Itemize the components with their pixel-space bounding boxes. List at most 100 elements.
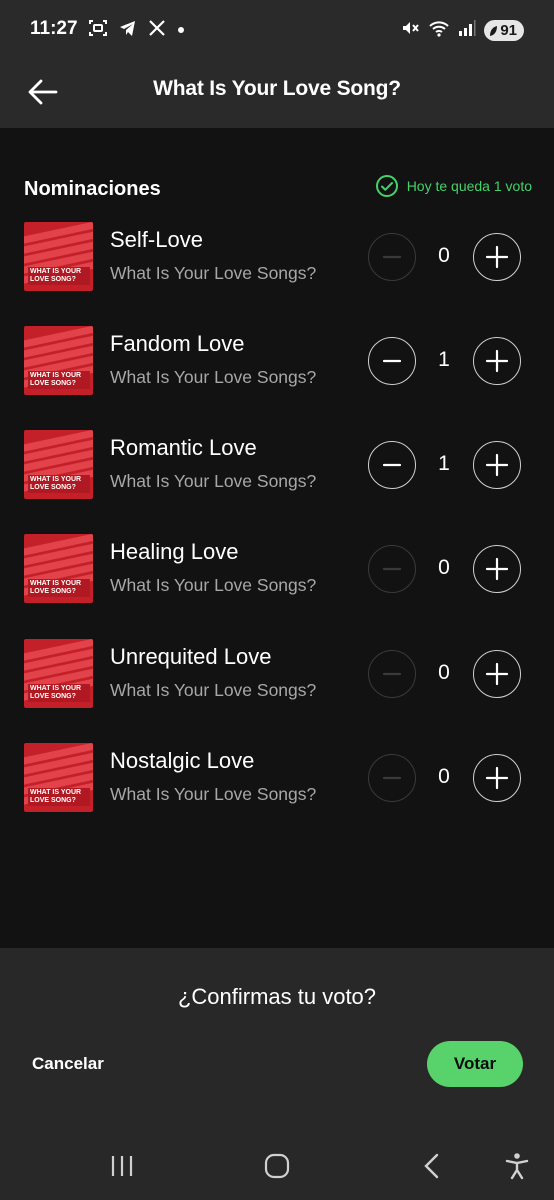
votes-remaining: Hoy te queda 1 voto <box>375 174 532 198</box>
cover-text: WHAT IS YOUR LOVE SONG? <box>28 579 90 597</box>
nominee-cover: WHAT IS YOUR LOVE SONG? <box>24 430 93 499</box>
status-left-icons <box>88 18 186 43</box>
cover-text: WHAT IS YOUR LOVE SONG? <box>28 371 90 389</box>
nominee-row: WHAT IS YOUR LOVE SONG? Romantic Love Wh… <box>24 430 534 500</box>
nominee-subtitle: What Is Your Love Songs? <box>110 263 317 283</box>
plus-icon <box>485 349 509 373</box>
header: What Is Your Love Song? <box>0 60 554 128</box>
check-circle-icon <box>375 175 398 197</box>
nominee-name: Romantic Love <box>110 435 257 460</box>
nominee-row: WHAT IS YOUR LOVE SONG? Self-Love What I… <box>24 222 534 292</box>
nominee-subtitle: What Is Your Love Songs? <box>110 784 317 804</box>
system-nav-bar <box>0 1130 554 1200</box>
nominee-subtitle: What Is Your Love Songs? <box>110 471 317 491</box>
vote-stepper: 1 <box>368 337 521 385</box>
nominee-subtitle: What Is Your Love Songs? <box>110 575 317 595</box>
nominee-cover: WHAT IS YOUR LOVE SONG? <box>24 743 93 812</box>
nominee-row: WHAT IS YOUR LOVE SONG? Nostalgic Love W… <box>24 743 534 813</box>
nominee-name: Healing Love <box>110 539 239 564</box>
x-icon <box>148 19 166 42</box>
nominee-subtitle: What Is Your Love Songs? <box>110 367 317 387</box>
back-nav-button[interactable] <box>412 1148 452 1184</box>
nominee-name: Unrequited Love <box>110 644 272 669</box>
nominee-cover: WHAT IS YOUR LOVE SONG? <box>24 534 93 603</box>
decrement-button[interactable] <box>368 545 416 593</box>
status-right-icons: 91 <box>400 18 524 43</box>
nominee-cover: WHAT IS YOUR LOVE SONG? <box>24 326 93 395</box>
vote-stepper: 1 <box>368 441 521 489</box>
nominee-row: WHAT IS YOUR LOVE SONG? Healing Love Wha… <box>24 534 534 604</box>
increment-button[interactable] <box>473 650 521 698</box>
increment-button[interactable] <box>473 441 521 489</box>
home-button[interactable] <box>257 1148 297 1184</box>
vote-count: 1 <box>438 452 450 475</box>
screenshot-icon <box>88 18 108 43</box>
page-title: What Is Your Love Song? <box>153 77 401 100</box>
increment-button[interactable] <box>473 233 521 281</box>
recent-apps-button[interactable] <box>102 1148 142 1184</box>
vote-count: 0 <box>438 661 450 684</box>
accessibility-icon <box>505 1153 529 1180</box>
decrement-button[interactable] <box>368 754 416 802</box>
signal-icon <box>458 19 476 42</box>
wifi-icon <box>428 18 450 43</box>
cancel-button[interactable]: Cancelar <box>32 1054 104 1074</box>
minus-icon <box>382 672 402 676</box>
vote-count: 1 <box>438 348 450 371</box>
minus-icon <box>382 359 402 363</box>
vote-count: 0 <box>438 244 450 267</box>
vote-stepper: 0 <box>368 233 521 281</box>
status-time: 11:27 <box>30 18 78 39</box>
battery-level: 91 <box>500 22 517 39</box>
nominee-row: WHAT IS YOUR LOVE SONG? Unrequited Love … <box>24 639 534 709</box>
cover-text: WHAT IS YOUR LOVE SONG? <box>28 267 90 285</box>
main-content: Nominaciones Hoy te queda 1 voto WHAT IS… <box>0 128 554 948</box>
nominee-name: Self-Love <box>110 227 203 252</box>
vote-stepper: 0 <box>368 650 521 698</box>
minus-icon <box>382 463 402 467</box>
increment-button[interactable] <box>473 754 521 802</box>
minus-icon <box>382 255 402 259</box>
minus-icon <box>382 776 402 780</box>
recent-apps-icon <box>111 1156 133 1176</box>
minus-icon <box>382 567 402 571</box>
increment-button[interactable] <box>473 545 521 593</box>
leaf-icon <box>490 25 498 36</box>
section-title: Nominaciones <box>24 178 161 200</box>
decrement-button[interactable] <box>368 233 416 281</box>
votes-remaining-text: Hoy te queda 1 voto <box>406 178 532 194</box>
plus-icon <box>485 662 509 686</box>
home-icon <box>264 1153 290 1179</box>
confirm-question: ¿Confirmas tu voto? <box>177 984 377 1009</box>
notification-dot-icon <box>176 22 186 40</box>
decrement-button[interactable] <box>368 337 416 385</box>
vote-stepper: 0 <box>368 754 521 802</box>
status-bar: 11:27 91 <box>0 0 554 60</box>
cover-text: WHAT IS YOUR LOVE SONG? <box>28 788 90 806</box>
nominee-subtitle: What Is Your Love Songs? <box>110 680 317 700</box>
confirm-panel: ¿Confirmas tu voto? Cancelar Votar <box>0 948 554 1130</box>
vote-button[interactable]: Votar <box>427 1041 523 1087</box>
cover-text: WHAT IS YOUR LOVE SONG? <box>28 684 90 702</box>
vote-count: 0 <box>438 765 450 788</box>
vote-count: 0 <box>438 556 450 579</box>
nominee-cover: WHAT IS YOUR LOVE SONG? <box>24 639 93 708</box>
battery-indicator: 91 <box>484 20 524 41</box>
nominee-row: WHAT IS YOUR LOVE SONG? Fandom Love What… <box>24 326 534 396</box>
nominee-cover: WHAT IS YOUR LOVE SONG? <box>24 222 93 291</box>
mute-icon <box>400 18 420 43</box>
plus-icon <box>485 557 509 581</box>
increment-button[interactable] <box>473 337 521 385</box>
cover-text: WHAT IS YOUR LOVE SONG? <box>28 475 90 493</box>
nominee-name: Fandom Love <box>110 331 245 356</box>
plus-icon <box>485 453 509 477</box>
plus-icon <box>485 766 509 790</box>
plus-icon <box>485 245 509 269</box>
decrement-button[interactable] <box>368 441 416 489</box>
decrement-button[interactable] <box>368 650 416 698</box>
chevron-left-icon <box>424 1153 439 1179</box>
nominee-name: Nostalgic Love <box>110 748 255 773</box>
vote-stepper: 0 <box>368 545 521 593</box>
telegram-icon <box>118 18 138 43</box>
accessibility-button[interactable] <box>497 1148 537 1184</box>
